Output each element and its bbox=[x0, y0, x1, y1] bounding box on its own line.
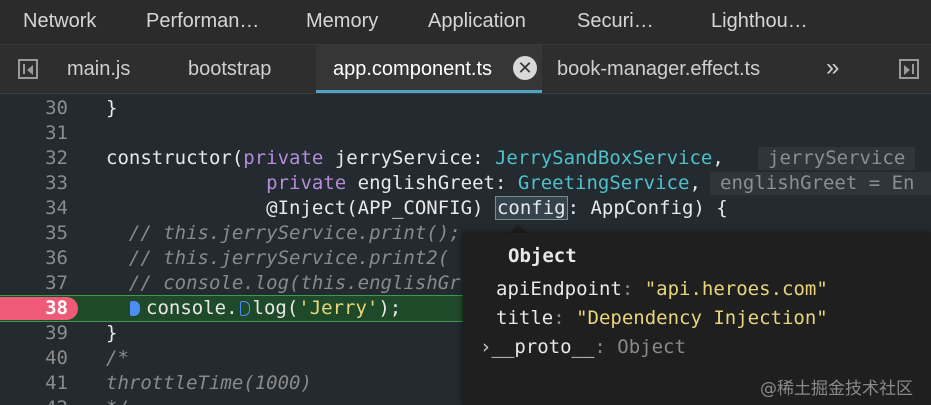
line-number[interactable]: 37 bbox=[0, 271, 68, 296]
line-number[interactable]: 33 bbox=[0, 171, 68, 196]
proto-property[interactable]: ›__proto__: Object bbox=[480, 336, 686, 358]
file-tab-main-js[interactable]: main.js bbox=[67, 45, 130, 93]
tab-performance[interactable]: Performan… bbox=[146, 0, 259, 44]
property-value: "Dependency Injection" bbox=[576, 307, 828, 329]
more-tabs-icon[interactable]: » bbox=[826, 45, 839, 93]
object-property[interactable]: title: "Dependency Injection" bbox=[496, 307, 828, 329]
code-comment: */ bbox=[106, 396, 129, 405]
code-comment: // this.jerryService.print2( bbox=[106, 247, 450, 269]
code-text: } bbox=[106, 322, 118, 344]
code-post: : AppConfig) { bbox=[567, 197, 728, 219]
code-comment: throttleTime(1000) bbox=[106, 372, 312, 394]
comma: , bbox=[689, 172, 701, 194]
colon: : bbox=[472, 147, 495, 169]
property-value: "api.heroes.com" bbox=[644, 278, 828, 300]
property-key: title bbox=[496, 307, 554, 329]
devtools-panel-tabs: Network Performan… Memory Application Se… bbox=[0, 0, 931, 45]
line-number[interactable]: 36 bbox=[0, 246, 68, 271]
close-tab-icon[interactable]: ✕ bbox=[513, 56, 537, 80]
code-part: log( bbox=[252, 297, 299, 319]
line-number[interactable]: 41 bbox=[0, 371, 68, 396]
inline-breakpoint-icon[interactable] bbox=[240, 301, 250, 316]
code-text: private englishGreet: GreetingService, bbox=[106, 171, 701, 196]
code-line-33: 33 private englishGreet: GreetingService… bbox=[0, 171, 931, 196]
tab-network[interactable]: Network bbox=[23, 0, 96, 44]
comma: , bbox=[712, 147, 724, 169]
property-key: apiEndpoint bbox=[496, 278, 622, 300]
private-keyword: private bbox=[266, 172, 347, 194]
code-part: console. bbox=[146, 297, 238, 319]
param-name: englishGreet bbox=[346, 172, 495, 194]
tab-memory[interactable]: Memory bbox=[306, 0, 378, 44]
line-number[interactable]: 40 bbox=[0, 346, 68, 371]
line-number[interactable]: 39 bbox=[0, 321, 68, 346]
line-number[interactable]: 42 bbox=[0, 396, 68, 405]
line-number[interactable]: 31 bbox=[0, 121, 68, 146]
code-line-32: 32 constructor(private jerryService: Jer… bbox=[0, 146, 931, 171]
breakpoint-marker[interactable]: 38 bbox=[0, 297, 78, 320]
inline-breakpoint-icon[interactable] bbox=[130, 301, 140, 316]
code-comment: // this.jerryService.print(); bbox=[106, 222, 461, 244]
code-comment: // console.log(this.englishGr bbox=[106, 272, 461, 294]
file-tab-label: app.component.ts bbox=[333, 58, 492, 80]
string-literal: 'Jerry' bbox=[298, 297, 379, 319]
line-number: 38 bbox=[45, 297, 68, 319]
expand-chevron-icon[interactable]: › bbox=[480, 336, 491, 358]
popover-arrow bbox=[509, 224, 527, 233]
code-text: constructor(private jerryService: JerryS… bbox=[106, 146, 724, 171]
line-number[interactable]: 32 bbox=[0, 146, 68, 171]
tab-security[interactable]: Securi… bbox=[577, 0, 654, 44]
tab-lighthouse[interactable]: Lighthou… bbox=[711, 0, 808, 44]
popover-title: Object bbox=[508, 245, 577, 267]
inline-value-hint: jerryService bbox=[758, 147, 916, 170]
watermark: @稀土掘金技术社区 bbox=[760, 379, 913, 399]
code-part: ); bbox=[378, 297, 402, 319]
constructor-keyword: constructor bbox=[106, 147, 232, 169]
private-keyword: private bbox=[243, 147, 324, 169]
param-name: jerryService bbox=[323, 147, 473, 169]
toggle-debugger-icon[interactable] bbox=[899, 59, 919, 79]
param-type: GreetingService bbox=[517, 172, 690, 194]
hovered-identifier[interactable]: config bbox=[494, 196, 568, 220]
proto-value: Object bbox=[617, 336, 686, 358]
line-number[interactable]: 34 bbox=[0, 196, 68, 221]
toggle-navigator-icon[interactable] bbox=[18, 59, 38, 79]
tab-application[interactable]: Application bbox=[428, 0, 526, 44]
code-line-31: 31 bbox=[0, 121, 931, 146]
line-number[interactable]: 35 bbox=[0, 221, 68, 246]
proto-key: __proto__ bbox=[491, 336, 595, 358]
colon: : bbox=[494, 172, 518, 194]
file-tab-book-manager-effect-ts[interactable]: book-manager.effect.ts bbox=[557, 45, 760, 93]
file-tab-bootstrap[interactable]: bootstrap bbox=[188, 45, 271, 93]
code-line-30: 30 } bbox=[0, 96, 931, 121]
line-number[interactable]: 30 bbox=[0, 96, 68, 121]
editor-file-tabs: main.js bootstrap app.component.ts ✕ boo… bbox=[0, 45, 931, 94]
object-property[interactable]: apiEndpoint: "api.heroes.com" bbox=[496, 278, 828, 300]
paren: ( bbox=[231, 147, 244, 169]
file-tab-app-component-ts[interactable]: app.component.ts bbox=[316, 45, 542, 93]
code-pre: @Inject(APP_CONFIG) bbox=[106, 197, 495, 219]
code-text: console. log('Jerry'); bbox=[146, 296, 401, 321]
inline-value-hint: englishGreet = En bbox=[710, 172, 931, 195]
code-text: @Inject(APP_CONFIG) config: AppConfig) { bbox=[106, 196, 728, 221]
param-type: JerrySandBoxService bbox=[494, 147, 713, 169]
code-line-34: 34 @Inject(APP_CONFIG) config: AppConfig… bbox=[0, 196, 931, 221]
code-text: } bbox=[106, 97, 118, 119]
code-comment: /* bbox=[106, 347, 129, 369]
